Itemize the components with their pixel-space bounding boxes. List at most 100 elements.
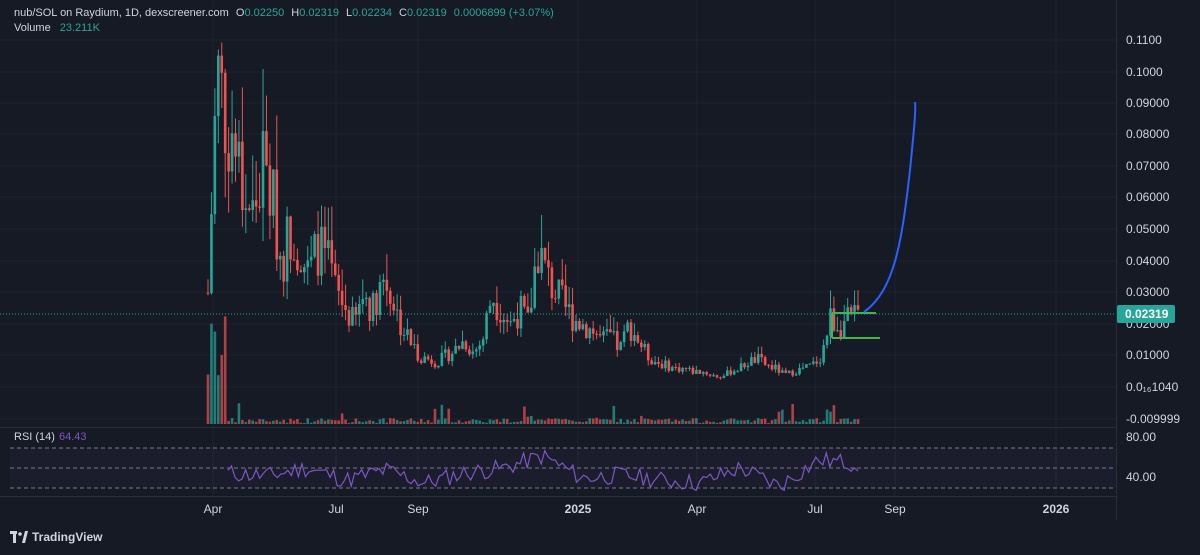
candle-body (646, 343, 650, 361)
candle-body (726, 370, 729, 376)
volume-bar (832, 405, 836, 424)
pane-separator[interactable] (0, 427, 1116, 428)
volume-bar (351, 422, 354, 424)
candle-body (347, 310, 351, 326)
candle-body (371, 293, 375, 321)
volume-bar (674, 419, 678, 424)
price-axis-label: 0.01000 (1126, 348, 1170, 362)
candle-body (220, 55, 224, 73)
candle-body (413, 344, 416, 346)
volume-bar (413, 420, 416, 424)
price-axis-label: 0.0₁₆1040 (1126, 380, 1179, 394)
candle-body (330, 240, 334, 264)
volume-bar (344, 419, 347, 424)
candle-body (615, 331, 619, 350)
volume-bar (564, 418, 567, 424)
tradingview-brand[interactable]: TradingView (10, 530, 102, 544)
rsi-axis-label: 80.00 (1126, 430, 1156, 444)
price-axis-label: -0.009999 (1126, 412, 1180, 426)
candle-body (540, 247, 543, 273)
volume-bar (364, 421, 368, 424)
volume-bar (529, 415, 533, 424)
volume-bar (681, 419, 684, 424)
volume-bar (488, 419, 492, 424)
volume-bar (784, 421, 788, 424)
candle-body (261, 131, 265, 208)
candle-body (763, 357, 767, 365)
candle-body (557, 279, 561, 299)
candle-body (574, 320, 578, 331)
volume-bar (760, 419, 764, 424)
candle-body (626, 322, 629, 332)
volume-bar (743, 420, 746, 424)
volume-bar (543, 420, 547, 424)
candle-body (444, 349, 447, 353)
candle-body (278, 255, 282, 260)
candle-body (588, 328, 592, 339)
symbol-title[interactable]: nub/SOL on Raydium, 1D, dexscreener.com (14, 7, 229, 19)
candle-body (423, 356, 426, 363)
candle-body (254, 200, 258, 207)
volume-bar (254, 421, 258, 424)
candle-body (787, 370, 791, 373)
candle-body (629, 322, 633, 341)
candle-body (516, 319, 519, 329)
candle-body (464, 341, 468, 350)
candle-body (770, 365, 774, 370)
chart-canvas[interactable]: 0.1100 0.1000 0.09000 0.08000 0.07000 0.06000… (0, 0, 1200, 555)
volume-bar (206, 374, 210, 424)
candle-body (454, 345, 457, 354)
volume-bar (750, 422, 753, 424)
volume-bar (388, 418, 392, 424)
time-axis-label: Jul (328, 502, 343, 516)
volume-bar (753, 420, 757, 424)
candle-body (474, 349, 478, 352)
candle-body (698, 369, 702, 374)
candle-body (636, 335, 640, 343)
volume-bar (247, 419, 251, 424)
candle-body (609, 329, 612, 333)
volume-bar (282, 419, 285, 424)
candle-body (523, 296, 526, 307)
price-axis-label: 0.04000 (1126, 254, 1170, 268)
chart-panel[interactable]: 0.1100 0.1000 0.09000 0.08000 0.07000 0.06000… (0, 0, 1200, 555)
volume-bar (581, 422, 585, 424)
volume-bar (454, 422, 457, 424)
candle-body (664, 360, 667, 369)
volume-value: 23.211K (59, 22, 100, 34)
volume-bar (223, 316, 227, 424)
volume-bar (485, 422, 488, 424)
volume-bar (756, 418, 760, 424)
rsi-label[interactable]: RSI (14) (14, 431, 55, 443)
volume-bar (622, 422, 626, 424)
volume-bar (337, 420, 340, 424)
volume-bar (705, 420, 708, 424)
volume-bar (591, 418, 595, 424)
volume-bar (406, 419, 409, 424)
volume-bar (502, 418, 506, 424)
candle-body (701, 372, 705, 374)
candle-body (481, 339, 485, 346)
candle-body (258, 206, 261, 208)
candle-body (471, 351, 475, 355)
price-axis-label: 0.09000 (1126, 96, 1170, 110)
candle-body (488, 305, 492, 313)
candle-body (368, 297, 371, 321)
candle-body (825, 335, 829, 346)
volume-bar (430, 422, 433, 424)
volume-bar (399, 421, 402, 424)
volume-bar (767, 422, 770, 424)
volume-bar (268, 421, 272, 424)
volume-bar (313, 421, 316, 424)
candle-body (409, 329, 413, 345)
candle-body (767, 364, 770, 366)
volume-bar (296, 419, 299, 424)
time-axis-label: 2025 (565, 502, 592, 516)
candle-body (643, 343, 647, 348)
candle-body (385, 279, 389, 291)
candle-body (529, 307, 533, 313)
volume-bar (499, 421, 502, 424)
volume-bar (598, 419, 602, 424)
candle-body (598, 334, 602, 336)
volume-bar (447, 408, 451, 424)
